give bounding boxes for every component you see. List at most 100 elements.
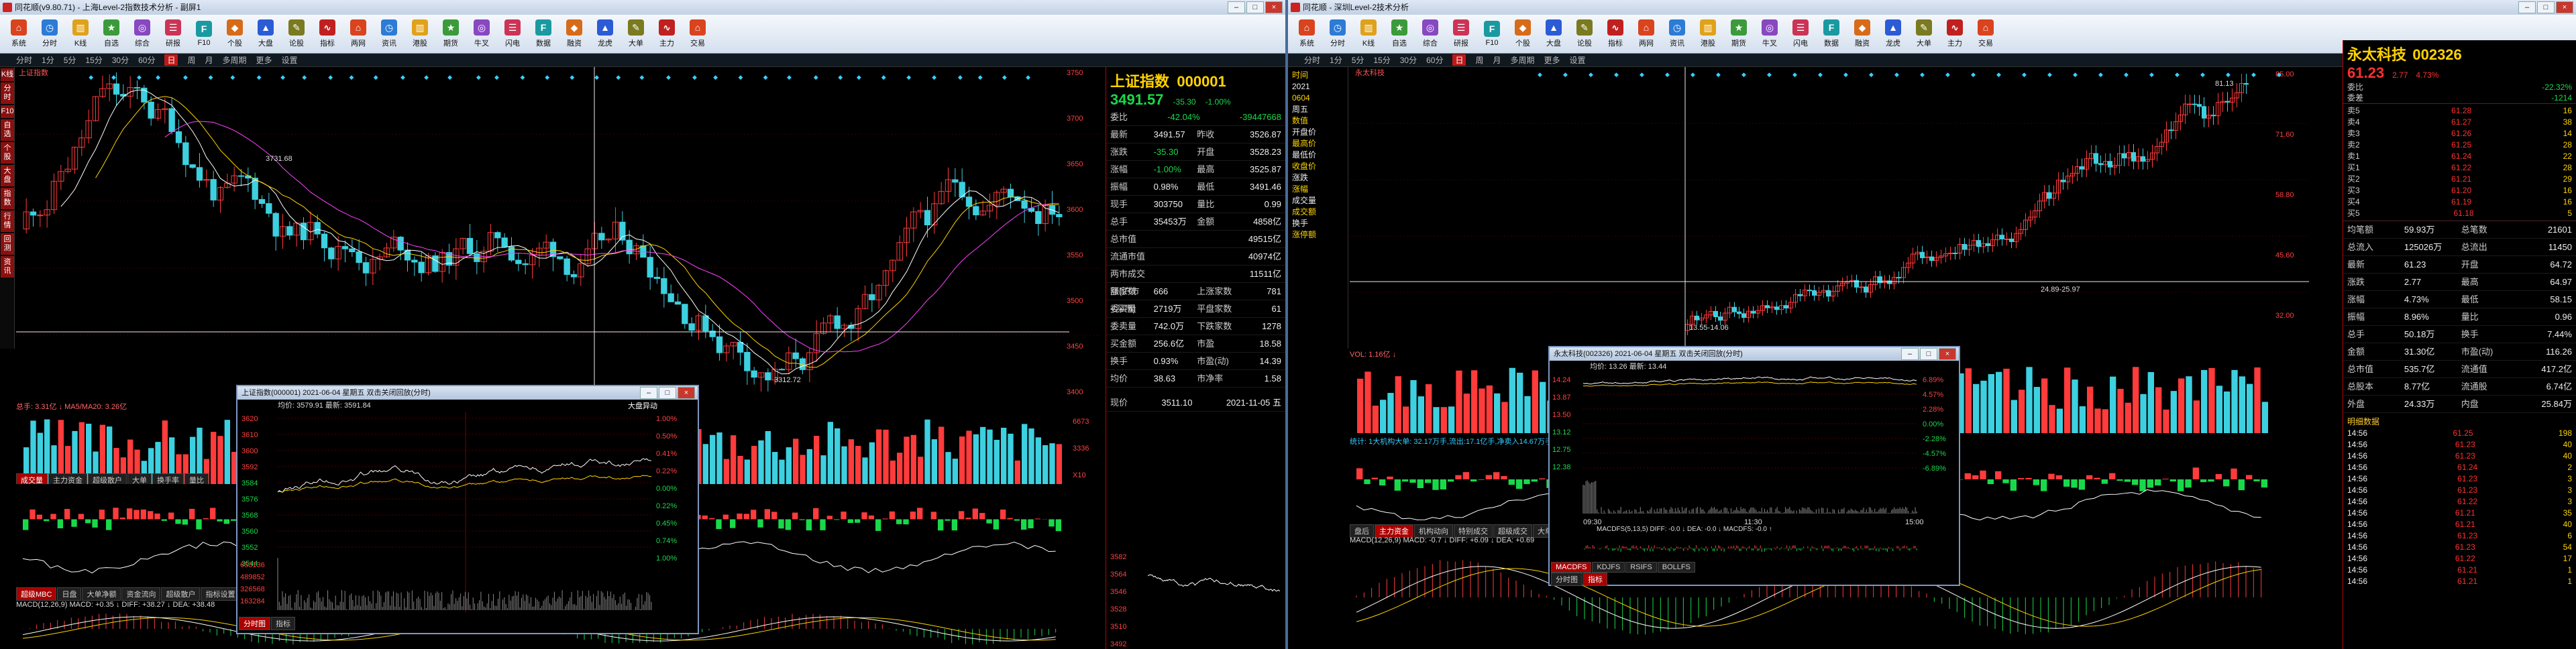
book-row[interactable]: 卖2 61.25 28 bbox=[2343, 139, 2576, 151]
tab-3[interactable]: BOLLFS bbox=[1657, 562, 1695, 573]
toolbar-22-button[interactable]: ⌂ 交易 bbox=[1971, 17, 2000, 52]
toolbar-14-button[interactable]: ★ 期货 bbox=[1724, 17, 1754, 52]
toolbar-11-button[interactable]: ⌂ 两网 bbox=[343, 17, 373, 52]
tab-5[interactable]: 指标设置 bbox=[201, 587, 240, 601]
toolbar-15-button[interactable]: ◎ 牛叉 bbox=[1755, 17, 1784, 52]
toolbar-0-button[interactable]: ⌂ 系统 bbox=[4, 17, 34, 52]
minimize-button[interactable]: – bbox=[2518, 1, 2536, 13]
side-tab-3[interactable]: 自选 bbox=[1, 119, 14, 141]
toolbar-22-button[interactable]: ⌂ 交易 bbox=[683, 17, 712, 52]
toolbar-12-button[interactable]: ◷ 资讯 bbox=[1662, 17, 1692, 52]
period-tab-1[interactable]: 1分 bbox=[42, 54, 54, 66]
toolbar-21-button[interactable]: ∿ 主力 bbox=[652, 17, 682, 52]
tab-0[interactable]: 分时图 bbox=[1551, 573, 1582, 586]
right-popup-titlebar[interactable]: 永太科技(002326) 2021-06-04 星期五 双击关闭回放(分时) –… bbox=[1550, 347, 1959, 361]
book-row[interactable]: 买4 61.19 16 bbox=[2343, 196, 2576, 208]
tab-0[interactable]: 盘后 bbox=[1350, 524, 1374, 538]
toolbar-2-button[interactable]: ▥ K线 bbox=[66, 17, 95, 52]
period-tab-2[interactable]: 5分 bbox=[1352, 54, 1364, 66]
toolbar-3-button[interactable]: ★ 自选 bbox=[1385, 17, 1414, 52]
period-tab-8[interactable]: 月 bbox=[1493, 54, 1501, 66]
period-tab-3[interactable]: 15分 bbox=[85, 54, 102, 66]
tab-1[interactable]: 主力资金 bbox=[1375, 524, 1413, 538]
toolbar-17-button[interactable]: F 数据 bbox=[529, 17, 558, 52]
tab-3[interactable]: 特别成交 bbox=[1454, 524, 1493, 538]
popup-close-button[interactable]: × bbox=[678, 387, 695, 399]
period-tab-0[interactable]: 分时 bbox=[1304, 54, 1320, 66]
popup-close-button[interactable]: × bbox=[1939, 348, 1956, 360]
period-tab-2[interactable]: 5分 bbox=[64, 54, 76, 66]
toolbar-15-button[interactable]: ◎ 牛叉 bbox=[467, 17, 496, 52]
side-tab-5[interactable]: 大盘 bbox=[1, 165, 14, 186]
toolbar-6-button[interactable]: F F10 bbox=[189, 17, 219, 52]
period-tab-7[interactable]: 周 bbox=[187, 54, 195, 66]
toolbar-5-button[interactable]: ☰ 研报 bbox=[158, 17, 188, 52]
toolbar-6-button[interactable]: F F10 bbox=[1477, 17, 1507, 52]
toolbar-21-button[interactable]: ∿ 主力 bbox=[1940, 17, 1970, 52]
book-row[interactable]: 卖3 61.26 14 bbox=[2343, 128, 2576, 139]
popup-maximize-button[interactable]: □ bbox=[1920, 348, 1937, 360]
toolbar-4-button[interactable]: ◎ 综合 bbox=[1415, 17, 1445, 52]
toolbar-0-button[interactable]: ⌂ 系统 bbox=[1292, 17, 1322, 52]
tab-1[interactable]: 指标 bbox=[271, 617, 295, 630]
period-tab-0[interactable]: 分时 bbox=[16, 54, 32, 66]
toolbar-7-button[interactable]: ◆ 个股 bbox=[1508, 17, 1538, 52]
left-replay-popup[interactable]: 上证指数(000001) 2021-06-04 星期五 双击关闭回放(分时) –… bbox=[236, 385, 699, 634]
tab-1[interactable]: 指标 bbox=[1583, 573, 1607, 586]
toolbar-10-button[interactable]: ∿ 指标 bbox=[1601, 17, 1630, 52]
period-tab-7[interactable]: 周 bbox=[1475, 54, 1483, 66]
toolbar-18-button[interactable]: ◆ 融资 bbox=[559, 17, 589, 52]
period-tab-4[interactable]: 30分 bbox=[1400, 54, 1417, 66]
right-popup-chart[interactable]: 14.24 13.87 13.50 13.12 12.75 12.38 6.89% 4.57%… bbox=[1550, 373, 1959, 527]
book-row[interactable]: 卖4 61.27 38 bbox=[2343, 117, 2576, 128]
toolbar-14-button[interactable]: ★ 期货 bbox=[436, 17, 466, 52]
toolbar-13-button[interactable]: ▥ 港股 bbox=[1693, 17, 1723, 52]
toolbar-9-button[interactable]: ✎ 论股 bbox=[282, 17, 311, 52]
toolbar-17-button[interactable]: F 数据 bbox=[1817, 17, 1846, 52]
toolbar-1-button[interactable]: ◷ 分时 bbox=[1323, 17, 1352, 52]
toolbar-20-button[interactable]: ✎ 大单 bbox=[621, 17, 651, 52]
toolbar-12-button[interactable]: ◷ 资讯 bbox=[374, 17, 404, 52]
close-button[interactable]: × bbox=[1265, 1, 1283, 13]
book-row[interactable]: 卖5 61.28 16 bbox=[2343, 105, 2576, 117]
maximize-button[interactable]: □ bbox=[1246, 1, 1264, 13]
tab-1[interactable]: KDJFS bbox=[1592, 562, 1625, 573]
book-row[interactable]: 买5 61.18 5 bbox=[2343, 208, 2576, 219]
minimize-button[interactable]: – bbox=[1228, 1, 1245, 13]
toolbar-13-button[interactable]: ▥ 港股 bbox=[405, 17, 435, 52]
side-tab-8[interactable]: 回测 bbox=[1, 233, 14, 255]
period-tab-10[interactable]: 更多 bbox=[1544, 54, 1560, 66]
toolbar-8-button[interactable]: ▲ 大盘 bbox=[251, 17, 280, 52]
tab-2[interactable]: RSIFS bbox=[1625, 562, 1657, 573]
toolbar-4-button[interactable]: ◎ 综合 bbox=[127, 17, 157, 52]
side-tab-9[interactable]: 资讯 bbox=[1, 256, 14, 278]
period-tab-5[interactable]: 60分 bbox=[138, 54, 155, 66]
tab-2[interactable]: 机构动向 bbox=[1414, 524, 1453, 538]
toolbar-2-button[interactable]: ▥ K线 bbox=[1354, 17, 1383, 52]
detail-tab[interactable]: 明细数据 bbox=[2343, 416, 2576, 428]
side-tab-0[interactable]: K线 bbox=[1, 68, 14, 81]
period-tab-9[interactable]: 多周期 bbox=[223, 54, 247, 66]
toolbar-7-button[interactable]: ◆ 个股 bbox=[220, 17, 250, 52]
left-kline-chart[interactable]: 3750 3700 3650 3600 3550 3500 3450 3400 3731.68 3… bbox=[16, 67, 1103, 402]
side-tab-4[interactable]: 个股 bbox=[1, 142, 14, 164]
tab-0[interactable]: MACDFS bbox=[1551, 562, 1592, 573]
tab-3[interactable]: 资金流向 bbox=[121, 587, 161, 601]
toolbar-19-button[interactable]: ▲ 龙虎 bbox=[590, 17, 620, 52]
toolbar-16-button[interactable]: ☰ 闪电 bbox=[1786, 17, 1815, 52]
toolbar-18-button[interactable]: ◆ 融资 bbox=[1847, 17, 1877, 52]
period-tab-8[interactable]: 月 bbox=[205, 54, 213, 66]
right-kline-chart[interactable]: 85.0071.6058.8045.6032.0081.1324.89-25.9… bbox=[1350, 67, 2309, 349]
period-tab-9[interactable]: 多周期 bbox=[1511, 54, 1535, 66]
period-tab-10[interactable]: 更多 bbox=[256, 54, 272, 66]
side-tab-7[interactable]: 行情 bbox=[1, 211, 14, 232]
popup-maximize-button[interactable]: □ bbox=[659, 387, 676, 399]
toolbar-10-button[interactable]: ∿ 指标 bbox=[313, 17, 342, 52]
period-tab-11[interactable]: 设置 bbox=[282, 54, 298, 66]
left-mini-intraday-chart[interactable]: 3582 3564 3546 3528 3510 3492 bbox=[1108, 550, 1285, 649]
left-popup-chart[interactable]: 3620361036003592358435763568356035523544… bbox=[237, 412, 698, 613]
book-row[interactable]: 卖1 61.24 22 bbox=[2343, 151, 2576, 162]
period-tab-1[interactable]: 1分 bbox=[1330, 54, 1342, 66]
toolbar-19-button[interactable]: ▲ 龙虎 bbox=[1878, 17, 1908, 52]
period-tab-6[interactable]: 日 bbox=[1452, 54, 1466, 66]
